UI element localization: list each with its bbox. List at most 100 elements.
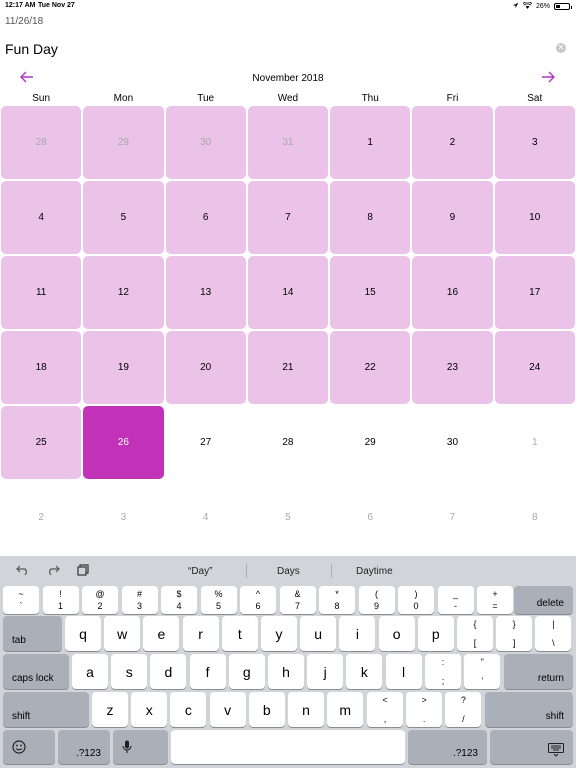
key-letter[interactable]: f xyxy=(189,654,226,689)
calendar-day[interactable]: 22 xyxy=(330,331,411,404)
calendar-day[interactable]: 8 xyxy=(330,181,411,254)
suggestion-1[interactable]: “Day” xyxy=(188,566,212,577)
key-letter[interactable]: w xyxy=(104,616,141,651)
calendar-day[interactable]: 2 xyxy=(1,481,81,554)
calendar-day[interactable]: 23 xyxy=(412,331,493,404)
redo-icon[interactable] xyxy=(46,564,60,578)
calendar-day[interactable]: 28 xyxy=(1,106,82,179)
hide-keyboard-key[interactable] xyxy=(490,730,573,764)
calendar-day[interactable]: 15 xyxy=(330,256,411,329)
key-symbol[interactable]: ? / xyxy=(445,692,482,727)
calendar-day[interactable]: 4 xyxy=(166,481,246,554)
calendar-day[interactable]: 21 xyxy=(247,331,329,404)
key-number[interactable]: & 7 xyxy=(279,586,316,614)
numbers-key-left[interactable]: .?123 xyxy=(58,730,110,764)
key-letter[interactable]: d xyxy=(150,654,187,689)
calendar-day[interactable]: 30 xyxy=(165,106,246,179)
return-key[interactable]: return xyxy=(504,654,573,689)
calendar-day[interactable]: 20 xyxy=(165,331,246,404)
key-letter[interactable]: j xyxy=(307,654,344,689)
key-letter[interactable]: o xyxy=(378,616,415,651)
caps-lock-key[interactable]: caps lock xyxy=(3,654,69,689)
calendar-day[interactable]: 7 xyxy=(412,481,492,554)
key-number[interactable]: + = xyxy=(477,586,513,614)
calendar-day[interactable]: 5 xyxy=(83,181,164,254)
key-letter[interactable]: y xyxy=(261,616,297,651)
calendar-day[interactable]: 9 xyxy=(412,181,493,254)
calendar-day[interactable]: 25 xyxy=(1,406,82,479)
key-symbol[interactable]: >. xyxy=(406,692,443,727)
calendar-day[interactable]: 6 xyxy=(165,181,246,254)
key-number[interactable]: @2 xyxy=(82,586,118,614)
key-letter[interactable]: n xyxy=(288,692,324,727)
calendar-day[interactable]: 13 xyxy=(165,256,246,329)
key-letter[interactable]: m xyxy=(327,692,364,727)
tab-key[interactable]: tab xyxy=(3,616,62,651)
left-shift-key[interactable]: shift xyxy=(3,692,89,727)
numbers-key-right[interactable]: .?123 xyxy=(408,730,487,764)
right-shift-key[interactable]: shift xyxy=(485,692,573,727)
undo-icon[interactable] xyxy=(16,564,30,578)
key-number[interactable]: ! 1 xyxy=(42,586,79,614)
calendar-day[interactable]: 12 xyxy=(83,256,164,329)
calendar-day[interactable]: 7 xyxy=(247,181,329,254)
suggestion-3[interactable]: Daytime xyxy=(356,566,393,577)
calendar-day[interactable]: 27 xyxy=(166,406,246,479)
key-symbol[interactable]: :; xyxy=(425,654,461,689)
key-number[interactable]: _ - xyxy=(437,586,474,614)
calendar-day[interactable]: 10 xyxy=(494,181,575,254)
key-letter[interactable]: z xyxy=(92,692,128,727)
key-letter[interactable]: u xyxy=(300,616,337,651)
calendar-day[interactable]: 19 xyxy=(83,331,164,404)
suggestion-2[interactable]: Days xyxy=(277,566,300,577)
date-field[interactable]: 11/26/18 xyxy=(5,16,43,27)
key-letter[interactable]: c xyxy=(170,692,207,727)
key-letter[interactable]: r xyxy=(182,616,219,651)
calendar-day[interactable]: 6 xyxy=(330,481,410,554)
key-number[interactable]: $4 xyxy=(161,586,197,614)
key-letter[interactable]: x xyxy=(131,692,168,727)
key-symbol[interactable]: <, xyxy=(367,692,403,727)
title-input[interactable]: Fun Day xyxy=(5,41,58,57)
calendar-day[interactable]: 16 xyxy=(412,256,493,329)
calendar-day[interactable]: 24 xyxy=(494,331,575,404)
key-letter[interactable]: q xyxy=(65,616,101,651)
calendar-day[interactable]: 14 xyxy=(247,256,329,329)
clear-icon[interactable]: ✕ xyxy=(556,43,566,53)
key-letter[interactable]: i xyxy=(339,616,376,651)
next-month-button[interactable] xyxy=(539,70,557,88)
calendar-day[interactable]: 5 xyxy=(248,481,328,554)
calendar-day[interactable]: 31 xyxy=(247,106,329,179)
calendar-day[interactable]: 3 xyxy=(83,481,163,554)
key-letter[interactable]: h xyxy=(268,654,304,689)
key-letter[interactable]: e xyxy=(143,616,180,651)
key-number[interactable]: #3 xyxy=(121,586,158,614)
key-number[interactable]: (9 xyxy=(358,586,395,614)
key-letter[interactable]: v xyxy=(209,692,246,727)
key-letter[interactable]: t xyxy=(221,616,258,651)
key-symbol[interactable]: | \ xyxy=(535,616,572,651)
key-number[interactable]: ~ ` xyxy=(3,586,39,614)
calendar-day[interactable]: 1 xyxy=(330,106,411,179)
calendar-day[interactable]: 28 xyxy=(248,406,328,479)
key-letter[interactable]: p xyxy=(417,616,454,651)
calendar-day-selected[interactable]: 26 xyxy=(83,406,164,479)
calendar-day[interactable]: 29 xyxy=(330,406,410,479)
calendar-day[interactable]: 11 xyxy=(1,256,82,329)
calendar-day[interactable]: 30 xyxy=(412,406,492,479)
calendar-day[interactable]: 3 xyxy=(494,106,575,179)
space-bar[interactable] xyxy=(171,730,405,764)
key-letter[interactable]: k xyxy=(346,654,383,689)
key-letter[interactable]: l xyxy=(385,654,422,689)
key-symbol[interactable]: }] xyxy=(496,616,533,651)
key-number[interactable]: * 8 xyxy=(319,586,355,614)
calendar-day[interactable]: 1 xyxy=(495,406,575,479)
key-symbol[interactable]: {[ xyxy=(457,616,493,651)
calendar-day[interactable]: 2 xyxy=(412,106,493,179)
key-letter[interactable]: s xyxy=(111,654,148,689)
emoji-key[interactable] xyxy=(3,730,55,764)
calendar-day[interactable]: 4 xyxy=(1,181,82,254)
key-letter[interactable]: b xyxy=(248,692,285,727)
key-number[interactable]: ^ 6 xyxy=(240,586,276,614)
dictation-key[interactable] xyxy=(113,730,168,764)
